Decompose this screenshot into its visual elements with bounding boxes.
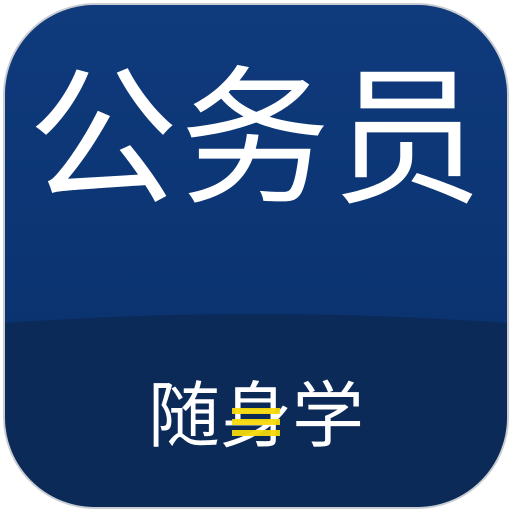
panel-divider-curve bbox=[5, 314, 507, 335]
subtitle-char-3: 学 bbox=[292, 374, 365, 458]
subtitle-char-1: 随 bbox=[147, 374, 220, 458]
app-icon[interactable]: 公务员 随身学 bbox=[3, 3, 509, 509]
subtitle-char-2-highlighted: 身 bbox=[219, 374, 292, 458]
app-title: 公务员 bbox=[27, 53, 484, 227]
app-subtitle: 随身学 bbox=[5, 380, 507, 452]
